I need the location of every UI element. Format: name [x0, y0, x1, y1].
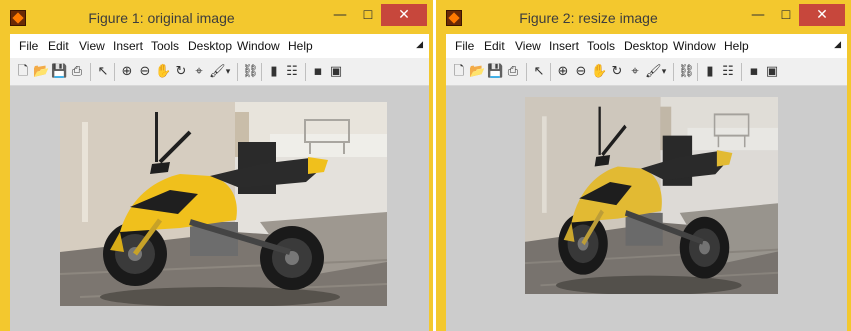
legend-icon[interactable]: ☷ — [720, 64, 736, 80]
minimize-button[interactable]: — — [327, 4, 353, 26]
figure-toolbar: 🗋 📂 💾 ⎙ ↖ ⊕ ⊖ ✋ ↻ ⌖ 🖌 ▾ ⛓ ▮ ☷ ▪ ▣ — [446, 58, 847, 86]
brush-dropdown-icon[interactable]: ▾ — [224, 64, 232, 80]
menu-overflow-arrow-icon[interactable]: ◢ — [834, 40, 841, 50]
menu-desktop[interactable]: Desktop — [624, 39, 668, 53]
hide-plot-tools-icon[interactable]: ▪ — [746, 64, 762, 80]
toolbar-separator — [741, 63, 742, 81]
menu-edit[interactable]: Edit — [48, 39, 69, 53]
zoom-out-icon[interactable]: ⊖ — [137, 64, 153, 80]
title-bar[interactable]: Figure 1: original image — ☐ ✕ — [0, 0, 433, 34]
pointer-icon[interactable]: ↖ — [95, 64, 111, 80]
hide-plot-tools-icon[interactable]: ▪ — [310, 64, 326, 80]
print-icon[interactable]: ⎙ — [69, 64, 85, 80]
open-file-icon[interactable]: 📂 — [33, 64, 49, 80]
figure-window-resized: Figure 2: resize image — ☐ ✕ File Edit V… — [436, 0, 851, 331]
close-button[interactable]: ✕ — [799, 4, 845, 26]
toolbar-separator — [305, 63, 306, 81]
pointer-icon[interactable]: ↖ — [531, 64, 547, 80]
menu-overflow-arrow-icon[interactable]: ◢ — [416, 40, 423, 50]
motorcycle-image — [60, 102, 387, 306]
menu-help[interactable]: Help — [724, 39, 749, 53]
figure-canvas — [10, 86, 429, 331]
save-icon[interactable]: 💾 — [487, 64, 503, 80]
menu-insert[interactable]: Insert — [549, 39, 579, 53]
close-button[interactable]: ✕ — [381, 4, 427, 26]
motorcycle-image-resized — [525, 97, 778, 294]
menu-view[interactable]: View — [515, 39, 541, 53]
menu-tools[interactable]: Tools — [151, 39, 179, 53]
title-bar[interactable]: Figure 2: resize image — ☐ ✕ — [436, 0, 851, 34]
figure-toolbar: 🗋 📂 💾 ⎙ ↖ ⊕ ⊖ ✋ ↻ ⌖ 🖌 ▾ ⛓ ▮ ☷ ▪ ▣ — [10, 58, 429, 86]
toolbar-separator — [550, 63, 551, 81]
figure-window-original: Figure 1: original image — ☐ ✕ File Edit… — [0, 0, 433, 331]
menu-window[interactable]: Window — [237, 39, 280, 53]
zoom-in-icon[interactable]: ⊕ — [119, 64, 135, 80]
toolbar-separator — [526, 63, 527, 81]
legend-icon[interactable]: ☷ — [284, 64, 300, 80]
brush-icon[interactable]: 🖌 — [645, 64, 662, 80]
figure-canvas — [446, 86, 847, 331]
toolbar-separator — [90, 63, 91, 81]
save-icon[interactable]: 💾 — [51, 64, 67, 80]
colorbar-icon[interactable]: ▮ — [266, 64, 282, 80]
pan-icon[interactable]: ✋ — [155, 64, 171, 80]
toolbar-separator — [673, 63, 674, 81]
menu-view[interactable]: View — [79, 39, 105, 53]
window-title: Figure 2: resize image — [519, 10, 658, 26]
toolbar-separator — [114, 63, 115, 81]
new-figure-icon[interactable]: 🗋 — [451, 64, 467, 80]
brush-icon[interactable]: 🖌 — [209, 64, 226, 80]
toolbar-separator — [261, 63, 262, 81]
menu-bar: File Edit View Insert Tools Desktop Wind… — [10, 34, 429, 58]
colorbar-icon[interactable]: ▮ — [702, 64, 718, 80]
zoom-out-icon[interactable]: ⊖ — [573, 64, 589, 80]
rotate-3d-icon[interactable]: ↻ — [609, 64, 625, 80]
data-cursor-icon[interactable]: ⌖ — [191, 64, 207, 80]
brush-dropdown-icon[interactable]: ▾ — [660, 64, 668, 80]
link-icon[interactable]: ⛓ — [678, 64, 695, 80]
window-title: Figure 1: original image — [88, 10, 235, 26]
menu-file[interactable]: File — [455, 39, 474, 53]
toolbar-separator — [237, 63, 238, 81]
minimize-button[interactable]: — — [745, 4, 771, 26]
pan-icon[interactable]: ✋ — [591, 64, 607, 80]
menu-bar: File Edit View Insert Tools Desktop Wind… — [446, 34, 847, 58]
show-plot-tools-icon[interactable]: ▣ — [328, 64, 344, 80]
maximize-button[interactable]: ☐ — [355, 4, 381, 26]
show-plot-tools-icon[interactable]: ▣ — [764, 64, 780, 80]
toolbar-separator — [697, 63, 698, 81]
zoom-in-icon[interactable]: ⊕ — [555, 64, 571, 80]
menu-tools[interactable]: Tools — [587, 39, 615, 53]
maximize-button[interactable]: ☐ — [773, 4, 799, 26]
menu-edit[interactable]: Edit — [484, 39, 505, 53]
rotate-3d-icon[interactable]: ↻ — [173, 64, 189, 80]
menu-window[interactable]: Window — [673, 39, 716, 53]
menu-file[interactable]: File — [19, 39, 38, 53]
data-cursor-icon[interactable]: ⌖ — [627, 64, 643, 80]
new-figure-icon[interactable]: 🗋 — [15, 64, 31, 80]
open-file-icon[interactable]: 📂 — [469, 64, 485, 80]
menu-desktop[interactable]: Desktop — [188, 39, 232, 53]
menu-insert[interactable]: Insert — [113, 39, 143, 53]
print-icon[interactable]: ⎙ — [505, 64, 521, 80]
link-icon[interactable]: ⛓ — [242, 64, 259, 80]
menu-help[interactable]: Help — [288, 39, 313, 53]
